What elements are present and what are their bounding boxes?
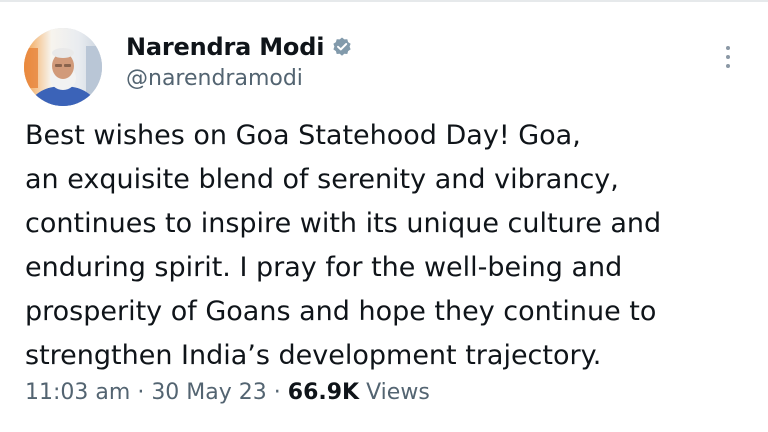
avatar-image xyxy=(24,28,102,106)
tweet-time[interactable]: 11:03 am xyxy=(25,380,130,405)
verified-badge-icon[interactable] xyxy=(331,36,353,58)
tweet-text-line: prosperity of Goans and hope they contin… xyxy=(25,296,657,327)
tweet-card: Narendra Modi @narendramodi Best wishes … xyxy=(0,0,768,432)
tweet-text-line: Best wishes on Goa Statehood Day! Goa, xyxy=(25,120,581,151)
tweet-text-line: an exquisite blend of serenity and vibra… xyxy=(25,164,619,195)
tweet-text: Best wishes on Goa Statehood Day! Goa, a… xyxy=(25,114,747,378)
tweet-text-line: enduring spirit. I pray for the well-bei… xyxy=(25,252,623,283)
tweet-meta: 11:03 am · 30 May 23 · 66.9K Views xyxy=(25,380,430,405)
author-name-row[interactable]: Narendra Modi xyxy=(126,30,353,64)
author-handle[interactable]: @narendramodi xyxy=(126,66,303,91)
tweet-text-line: strengthen India’s development trajector… xyxy=(25,340,602,371)
divider xyxy=(0,0,768,2)
author-display-name[interactable]: Narendra Modi xyxy=(126,33,324,61)
tweet-date[interactable]: 30 May 23 xyxy=(151,380,266,405)
tweet-text-line: continues to inspire with its unique cul… xyxy=(25,208,662,239)
avatar[interactable] xyxy=(24,28,102,106)
meta-separator: · xyxy=(273,380,281,405)
more-vertical-icon[interactable] xyxy=(718,42,738,72)
views-label: Views xyxy=(366,380,430,405)
meta-separator: · xyxy=(137,380,145,405)
views-count[interactable]: 66.9K xyxy=(288,380,359,405)
